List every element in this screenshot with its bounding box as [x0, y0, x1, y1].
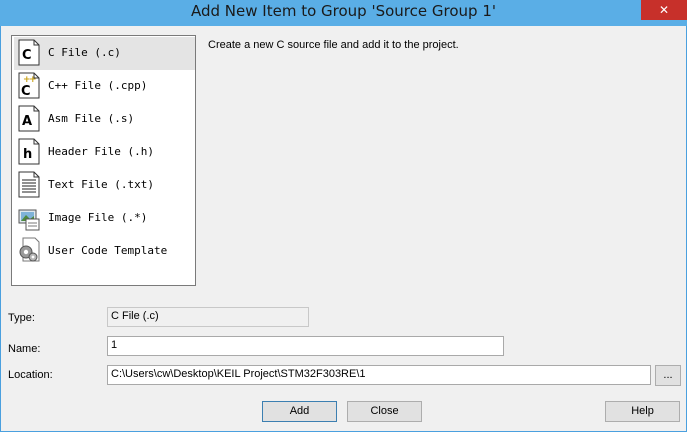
- file-type-label: Image File (.*): [48, 211, 148, 224]
- header-file-icon: h: [18, 138, 40, 165]
- name-label: Name:: [8, 343, 41, 355]
- window-close-button[interactable]: ✕: [641, 0, 687, 20]
- file-type-cpp[interactable]: + + C C++ File (.cpp): [14, 70, 195, 103]
- gear-icon: [19, 237, 40, 262]
- c-file-icon: C: [18, 39, 40, 66]
- svg-text:C: C: [21, 84, 31, 99]
- file-type-text[interactable]: Text File (.txt): [14, 169, 195, 202]
- file-type-list[interactable]: C C File (.c) + + C C++ File (.cpp) A As…: [11, 35, 196, 286]
- svg-text:C: C: [22, 48, 32, 63]
- dialog-title: Add New Item to Group 'Source Group 1': [191, 2, 496, 20]
- file-type-label: User Code Template: [48, 244, 168, 257]
- type-label: Type:: [8, 312, 35, 324]
- image-file-icon: [18, 209, 40, 231]
- type-field: C File (.c): [107, 307, 309, 327]
- dialog-window: Add New Item to Group 'Source Group 1' ✕…: [0, 0, 687, 432]
- location-label: Location:: [8, 369, 53, 381]
- file-type-description: Create a new C source file and add it to…: [208, 39, 459, 51]
- file-type-user-template[interactable]: User Code Template: [14, 235, 195, 268]
- file-type-label: C++ File (.cpp): [48, 79, 148, 92]
- file-type-header[interactable]: h Header File (.h): [14, 136, 195, 169]
- file-type-label: Asm File (.s): [48, 112, 135, 125]
- file-type-label: Text File (.txt): [48, 178, 154, 191]
- add-button[interactable]: Add: [262, 401, 337, 422]
- name-input[interactable]: 1: [107, 336, 504, 356]
- file-type-image[interactable]: Image File (.*): [14, 202, 195, 235]
- location-input[interactable]: C:\Users\cw\Desktop\KEIL Project\STM32F3…: [107, 365, 651, 385]
- text-file-icon: [18, 171, 40, 198]
- browse-button[interactable]: ...: [655, 365, 681, 386]
- svg-text:h: h: [23, 147, 32, 162]
- svg-text:A: A: [22, 114, 32, 129]
- asm-file-icon: A: [18, 105, 40, 132]
- file-type-asm[interactable]: A Asm File (.s): [14, 103, 195, 136]
- title-bar[interactable]: Add New Item to Group 'Source Group 1' ✕: [0, 0, 687, 26]
- file-type-c[interactable]: C C File (.c): [14, 37, 195, 70]
- file-type-label: Header File (.h): [48, 145, 154, 158]
- close-button[interactable]: Close: [347, 401, 422, 422]
- file-type-label: C File (.c): [48, 46, 121, 59]
- cpp-file-icon: + + C: [18, 72, 40, 99]
- help-button[interactable]: Help: [605, 401, 680, 422]
- dialog-body: C C File (.c) + + C C++ File (.cpp) A As…: [1, 26, 686, 431]
